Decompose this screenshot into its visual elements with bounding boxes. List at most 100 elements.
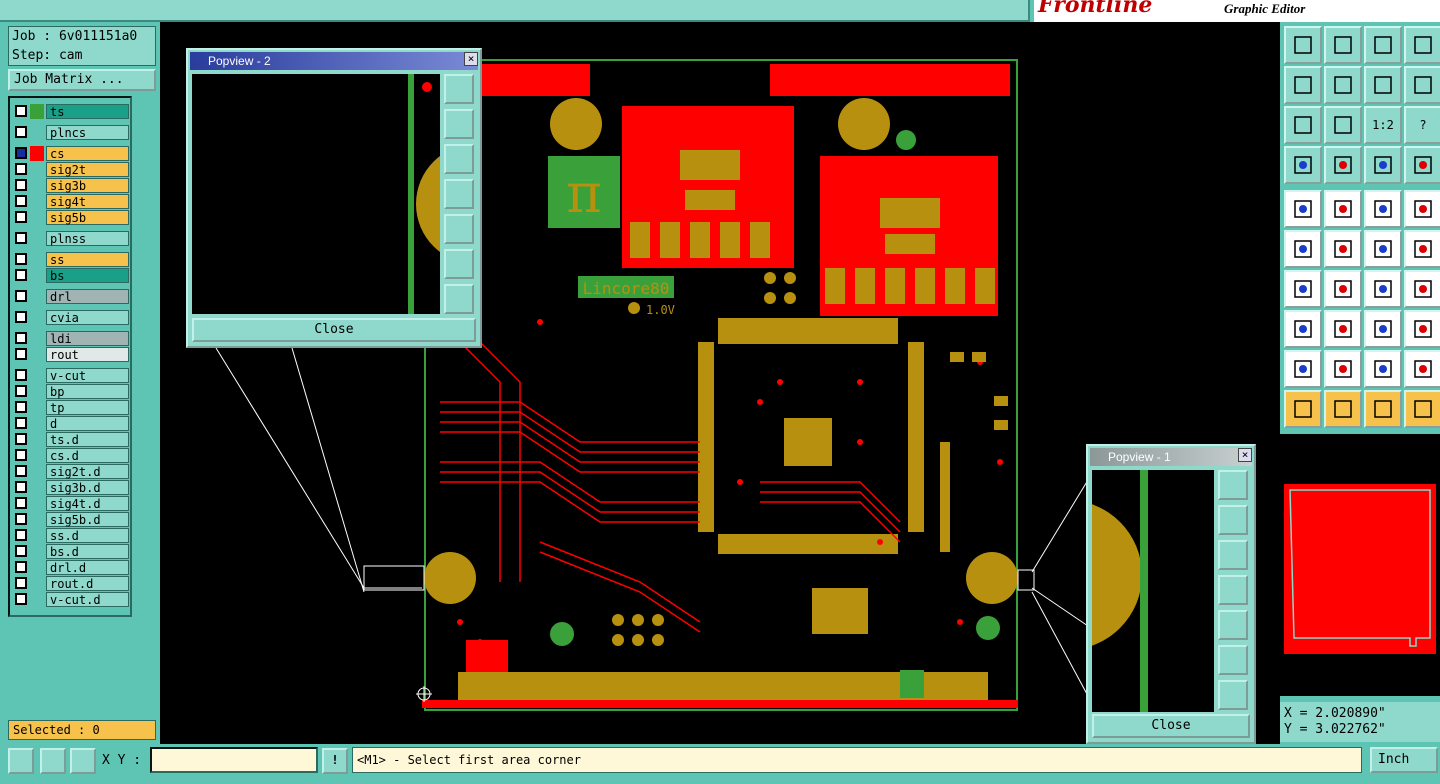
layer-name[interactable]: sig2t.d: [46, 464, 129, 479]
layer-color-swatch[interactable]: [30, 146, 44, 161]
xy-input[interactable]: [150, 747, 318, 773]
layer-name[interactable]: plncs: [46, 125, 129, 140]
triangle-icon[interactable]: [1324, 350, 1362, 388]
add-node-icon[interactable]: [1364, 230, 1402, 268]
layer-checkbox[interactable]: [15, 577, 27, 589]
layer-name[interactable]: drl: [46, 289, 129, 304]
layer-checkbox[interactable]: [15, 332, 27, 344]
layer-color-swatch[interactable]: [30, 432, 44, 447]
layer-checkbox[interactable]: [15, 105, 27, 117]
layer-row[interactable]: v-cut: [13, 368, 129, 383]
layer-name[interactable]: sig5b: [46, 210, 129, 225]
layer-color-swatch[interactable]: [30, 560, 44, 575]
popview-1-close-button[interactable]: Close: [1092, 714, 1250, 738]
layer-color-swatch[interactable]: [30, 480, 44, 495]
popview-2-close-icon[interactable]: ×: [464, 52, 478, 66]
layer-checkbox[interactable]: [15, 497, 27, 509]
select-arrow-icon[interactable]: [1284, 390, 1322, 428]
layer-row[interactable]: rout: [13, 347, 129, 362]
center-icon[interactable]: [1324, 106, 1362, 144]
route-tool-icon[interactable]: [1284, 146, 1322, 184]
split-view-icon[interactable]: [1404, 26, 1440, 64]
layer-color-swatch[interactable]: [30, 496, 44, 511]
zoom-ratio-icon[interactable]: 1:2: [1364, 106, 1402, 144]
text-flip-icon[interactable]: [1404, 270, 1440, 308]
layer-name[interactable]: v-cut.d: [46, 592, 129, 607]
layer-row[interactable]: drl.d: [13, 560, 129, 575]
layer-row[interactable]: sig4t: [13, 194, 129, 209]
layer-name[interactable]: cs.d: [46, 448, 129, 463]
net-probe-icon[interactable]: [1324, 146, 1362, 184]
layer-checkbox[interactable]: [15, 433, 27, 445]
layer-name[interactable]: ts: [46, 104, 129, 119]
view-home-icon[interactable]: [1364, 26, 1402, 64]
layer-color-swatch[interactable]: [30, 210, 44, 225]
layer-name[interactable]: ldi: [46, 331, 129, 346]
layer-checkbox[interactable]: [15, 232, 27, 244]
job-matrix-button[interactable]: Job Matrix ...: [8, 69, 156, 91]
layer-color-swatch[interactable]: [30, 178, 44, 193]
layer-row[interactable]: cs: [13, 146, 129, 161]
layer-row[interactable]: sig2t: [13, 162, 129, 177]
layer-checkbox[interactable]: [15, 163, 27, 175]
layer-checkbox[interactable]: [15, 147, 27, 159]
layer-row[interactable]: ldi: [13, 331, 129, 346]
layer-color-swatch[interactable]: [30, 104, 44, 119]
layer-compare-icon[interactable]: [1364, 146, 1402, 184]
board-overview[interactable]: [1280, 434, 1440, 696]
popview-1-pan-up-button[interactable]: [1218, 505, 1248, 535]
layer-color-swatch[interactable]: [30, 231, 44, 246]
layer-color-swatch[interactable]: [30, 448, 44, 463]
layer-row[interactable]: sig3b.d: [13, 480, 129, 495]
dimension-icon[interactable]: [1364, 310, 1402, 348]
grid-icon[interactable]: [70, 748, 96, 774]
layer-checkbox[interactable]: [15, 481, 27, 493]
popview-1-zoom-in-button[interactable]: [1218, 645, 1248, 675]
redraw-icon[interactable]: [1404, 66, 1440, 104]
layer-color-swatch[interactable]: [30, 592, 44, 607]
layer-row[interactable]: plncs: [13, 125, 129, 140]
layer-name[interactable]: sig3b: [46, 178, 129, 193]
popview-2-pan-right-button[interactable]: [444, 214, 474, 244]
popview-2-window[interactable]: Popview - 2 × Close: [186, 48, 482, 348]
arc-tool-icon[interactable]: [1364, 270, 1402, 308]
layer-name[interactable]: v-cut: [46, 368, 129, 383]
layer-checkbox[interactable]: [15, 593, 27, 605]
layer-row[interactable]: d: [13, 416, 129, 431]
layer-name[interactable]: ts.d: [46, 432, 129, 447]
layer-name[interactable]: tp: [46, 400, 129, 415]
angle-icon[interactable]: [1284, 350, 1322, 388]
layer-checkbox[interactable]: [15, 311, 27, 323]
layer-row[interactable]: ts.d: [13, 432, 129, 447]
layer-row[interactable]: drl: [13, 289, 129, 304]
polygon-icon[interactable]: [1324, 190, 1362, 228]
layer-color-swatch[interactable]: [30, 528, 44, 543]
layer-checkbox[interactable]: [15, 348, 27, 360]
popview-2-pan-up-button[interactable]: [444, 109, 474, 139]
layer-name[interactable]: rout: [46, 347, 129, 362]
layer-checkbox[interactable]: [15, 561, 27, 573]
layer-checkbox[interactable]: [15, 385, 27, 397]
layer-name[interactable]: sig3b.d: [46, 480, 129, 495]
layer-name[interactable]: cs: [46, 146, 129, 161]
connect-icon[interactable]: [1284, 230, 1322, 268]
layer-name[interactable]: bp: [46, 384, 129, 399]
layer-checkbox[interactable]: [15, 195, 27, 207]
move-node-icon[interactable]: [1404, 230, 1440, 268]
layer-row[interactable]: bs: [13, 268, 129, 283]
pan-left-icon[interactable]: [1284, 66, 1322, 104]
layer-checkbox[interactable]: [15, 179, 27, 191]
group-icon[interactable]: [1404, 310, 1440, 348]
layer-row[interactable]: bs.d: [13, 544, 129, 559]
zoom-window-icon[interactable]: [1284, 26, 1322, 64]
layer-row[interactable]: sig3b: [13, 178, 129, 193]
popview-1-window[interactable]: Popview - 1 × Close: [1086, 444, 1256, 744]
layer-row[interactable]: rout.d: [13, 576, 129, 591]
fit-screen-icon[interactable]: [1284, 106, 1322, 144]
popview-2-zoom-out-button[interactable]: [444, 284, 474, 314]
pad-edit-icon[interactable]: [1284, 310, 1322, 348]
layer-color-swatch[interactable]: [30, 162, 44, 177]
layer-color-swatch[interactable]: [30, 289, 44, 304]
layer-checkbox[interactable]: [15, 449, 27, 461]
exclamation-button[interactable]: !: [322, 748, 348, 774]
